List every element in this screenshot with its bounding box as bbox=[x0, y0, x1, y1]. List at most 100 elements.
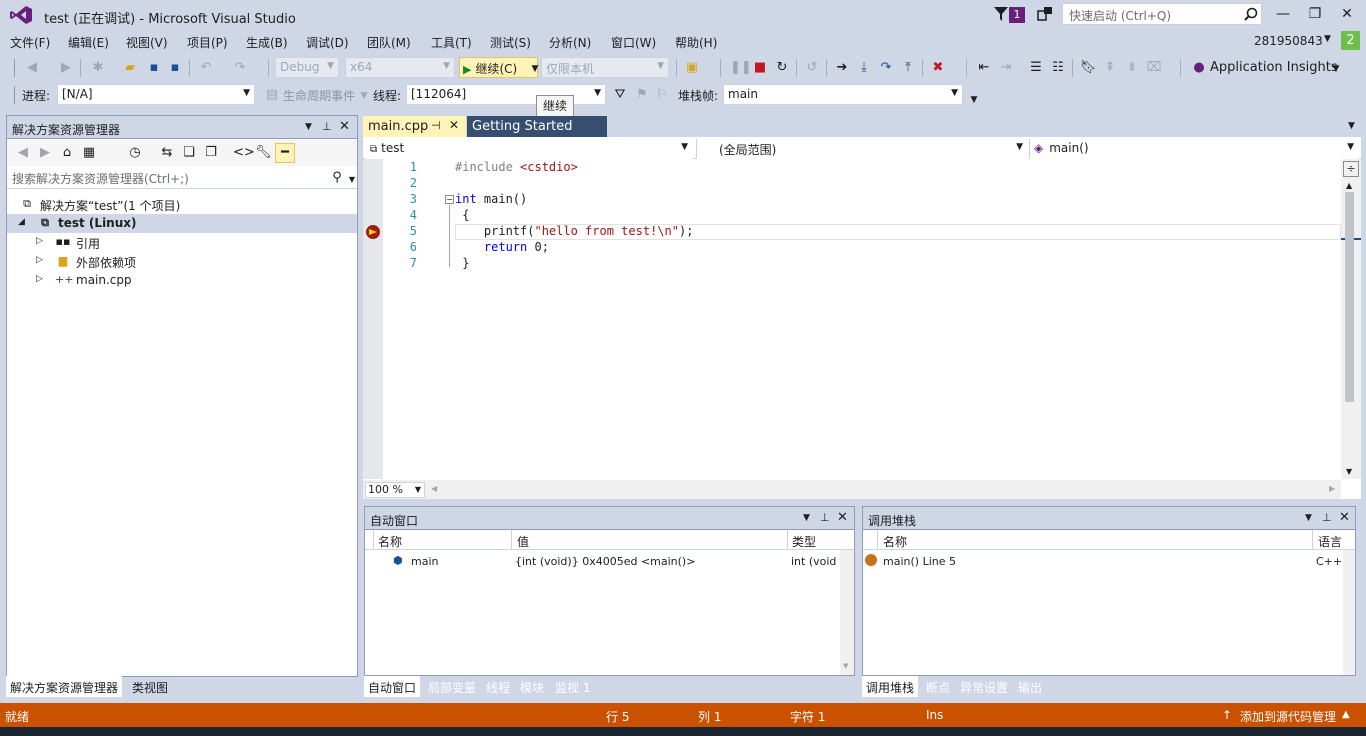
close-icon[interactable]: ✕ bbox=[1332, 4, 1362, 24]
pin-icon[interactable]: ⊥ bbox=[820, 511, 830, 524]
menu-help[interactable]: 帮助(H) bbox=[675, 34, 717, 51]
menu-file[interactable]: 文件(F) bbox=[10, 34, 50, 51]
close-icon[interactable]: ✕ bbox=[1339, 510, 1350, 525]
open-folder-icon[interactable]: ▰ bbox=[122, 60, 138, 76]
menu-tools[interactable]: 工具(T) bbox=[431, 34, 472, 51]
vertical-scroll-thumb[interactable] bbox=[1345, 192, 1354, 402]
prev-bookmark-icon[interactable]: ⇞ bbox=[1102, 60, 1118, 76]
scroll-down-icon[interactable]: ▼ bbox=[843, 662, 848, 670]
scroll-left-icon[interactable]: ◀ bbox=[431, 484, 437, 493]
forward-icon[interactable]: ▶ bbox=[37, 145, 53, 161]
menu-team[interactable]: 团队(M) bbox=[367, 34, 411, 51]
vertical-scrollbar[interactable]: ▼ bbox=[840, 550, 854, 675]
chevron-down-icon[interactable]: ▼ bbox=[803, 513, 810, 523]
code-line[interactable]: 6 return 0; bbox=[383, 240, 1263, 256]
quick-launch-input[interactable]: 快速启动 (Ctrl+Q) bbox=[1062, 3, 1262, 25]
menu-build[interactable]: 生成(B) bbox=[246, 34, 288, 51]
tab-modules[interactable]: 模块 bbox=[516, 676, 548, 697]
next-bookmark-icon[interactable]: ⇟ bbox=[1124, 60, 1140, 76]
sync-icon[interactable]: ⇆ bbox=[159, 145, 175, 161]
solution-search-input[interactable]: 搜索解决方案资源管理器(Ctrl+;) bbox=[7, 167, 357, 189]
save-icon[interactable]: ▪ bbox=[146, 60, 162, 76]
show-next-statement-icon[interactable]: ➔ bbox=[834, 60, 850, 76]
column-separator[interactable] bbox=[1312, 530, 1313, 550]
code-editor[interactable]: ⧉ test ▼ (全局范围) ▼ ◈ main() ▼ 1 #include <cstdi… bbox=[363, 137, 1361, 499]
account-badge[interactable]: 2 bbox=[1341, 31, 1360, 50]
view-code-icon[interactable]: <> bbox=[233, 145, 255, 161]
close-icon[interactable]: ✕ bbox=[339, 119, 350, 134]
tab-output[interactable]: 输出 bbox=[1014, 676, 1046, 697]
toolbar-overflow-icon[interactable]: ▼ bbox=[966, 92, 982, 108]
chevron-down-icon[interactable]: ▼ bbox=[1328, 61, 1344, 77]
stop-icon[interactable]: ■ bbox=[752, 60, 768, 76]
tab-overflow-icon[interactable]: ▼ bbox=[1348, 121, 1355, 131]
scroll-down-icon[interactable]: ▼ bbox=[1346, 467, 1352, 476]
table-row[interactable]: ⬢ main {int (void)} 0x4005ed <main()> in… bbox=[365, 552, 839, 570]
menu-analyze[interactable]: 分析(N) bbox=[549, 34, 591, 51]
menu-window[interactable]: 窗口(W) bbox=[611, 34, 656, 51]
toolbar-grip[interactable] bbox=[14, 59, 15, 77]
flag-icon[interactable]: ⚐ bbox=[654, 87, 670, 103]
column-language[interactable]: 语言 bbox=[1318, 533, 1342, 550]
undo-icon[interactable]: ↶ bbox=[198, 60, 214, 76]
debug-target-dropdown[interactable]: 仅限本机 ▼ bbox=[541, 57, 669, 78]
member-nav-dropdown[interactable]: ◈ main() ▼ bbox=[1029, 138, 1359, 159]
code-line[interactable]: 5 printf("hello from test!\n"); bbox=[383, 224, 1263, 240]
code-line[interactable]: 7 } bbox=[383, 256, 1263, 272]
table-row[interactable]: main() Line 5 C++ bbox=[863, 552, 1343, 570]
save-all-icon[interactable]: ▪ bbox=[167, 60, 183, 76]
code-line[interactable]: 3 int main() bbox=[383, 192, 1263, 208]
chevron-down-icon[interactable]: ▼ bbox=[344, 172, 360, 188]
search-icon[interactable] bbox=[1244, 7, 1258, 21]
stack-frame-dropdown[interactable]: main ▼ bbox=[723, 84, 963, 105]
align-right-icon[interactable]: ⇥ bbox=[998, 60, 1014, 76]
chevron-down-icon[interactable]: ▼ bbox=[1324, 34, 1331, 44]
tab-locals[interactable]: 局部变量 bbox=[424, 676, 480, 697]
filter-icon[interactable]: ⛛ bbox=[612, 87, 628, 103]
tab-main-cpp[interactable]: main.cpp ⊣ ✕ bbox=[363, 116, 466, 137]
close-icon[interactable]: ✕ bbox=[837, 510, 848, 525]
vertical-scrollbar[interactable] bbox=[1343, 550, 1355, 675]
scope-nav-dropdown[interactable]: (全局范围) ▼ bbox=[696, 138, 1028, 159]
code-line[interactable]: 4 { bbox=[383, 208, 1263, 224]
chevron-down-icon[interactable]: ▼ bbox=[356, 88, 372, 104]
menu-edit[interactable]: 编辑(E) bbox=[68, 34, 109, 51]
lightbulb-icon[interactable]: ● bbox=[1191, 60, 1207, 76]
tree-item-solution[interactable]: ⧉ 解决方案“test”(1 个项目) bbox=[7, 195, 357, 214]
scroll-right-icon[interactable]: ▶ bbox=[1329, 484, 1335, 493]
back-icon[interactable]: ◀ bbox=[24, 60, 40, 76]
lifecycle-events-label[interactable]: 生命周期事件 bbox=[283, 87, 355, 104]
column-separator[interactable] bbox=[511, 530, 512, 550]
tab-watch-1[interactable]: 监视 1 bbox=[551, 676, 594, 697]
column-separator[interactable] bbox=[787, 530, 788, 550]
hot-reload-icon[interactable]: ↺ bbox=[804, 60, 820, 76]
zoom-dropdown[interactable]: 100 % ▼ bbox=[365, 482, 425, 498]
tree-item-external-deps[interactable]: ▷ ▆ 外部依赖项 bbox=[7, 252, 357, 271]
back-icon[interactable]: ◀ bbox=[15, 145, 31, 161]
column-name[interactable]: 名称 bbox=[883, 533, 907, 550]
comment-icon[interactable]: ☰ bbox=[1028, 60, 1044, 76]
column-name[interactable]: 名称 bbox=[378, 533, 402, 550]
preview-icon[interactable]: ━ bbox=[275, 143, 295, 163]
restart-icon[interactable]: ↻ bbox=[774, 60, 790, 76]
tab-class-view[interactable]: 类视图 bbox=[128, 676, 172, 697]
pause-icon[interactable]: ❚❚ bbox=[730, 60, 752, 76]
application-insights-label[interactable]: Application Insights bbox=[1210, 60, 1338, 75]
notification-filter-icon[interactable] bbox=[994, 6, 1008, 22]
tab-solution-explorer[interactable]: 解决方案资源管理器 bbox=[6, 676, 123, 697]
configuration-dropdown[interactable]: Debug ▼ bbox=[275, 57, 339, 78]
tree-item-project[interactable]: ◢ ⧉ test (Linux) bbox=[7, 214, 357, 233]
close-icon[interactable]: ✕ bbox=[449, 118, 459, 132]
toolbar-grip[interactable] bbox=[14, 86, 15, 104]
thread-dropdown[interactable]: [112064] ▼ bbox=[406, 84, 606, 105]
indicator-margin[interactable] bbox=[363, 159, 383, 479]
tab-call-stack[interactable]: 调用堆栈 bbox=[862, 676, 919, 697]
chevron-down-icon[interactable]: ▼ bbox=[1305, 513, 1312, 523]
menu-view[interactable]: 视图(V) bbox=[126, 34, 168, 51]
bookmark-icon[interactable]: 🔖︎ bbox=[1080, 60, 1097, 76]
collapsed-arrow-icon[interactable]: ▷ bbox=[36, 255, 43, 265]
redo-icon[interactable]: ↷ bbox=[232, 60, 248, 76]
arrow-up-icon[interactable]: ↑ bbox=[1222, 708, 1232, 722]
pending-changes-icon[interactable]: ◷ bbox=[127, 145, 143, 161]
tree-item-main-cpp[interactable]: ▷ ++ main.cpp bbox=[7, 271, 357, 290]
